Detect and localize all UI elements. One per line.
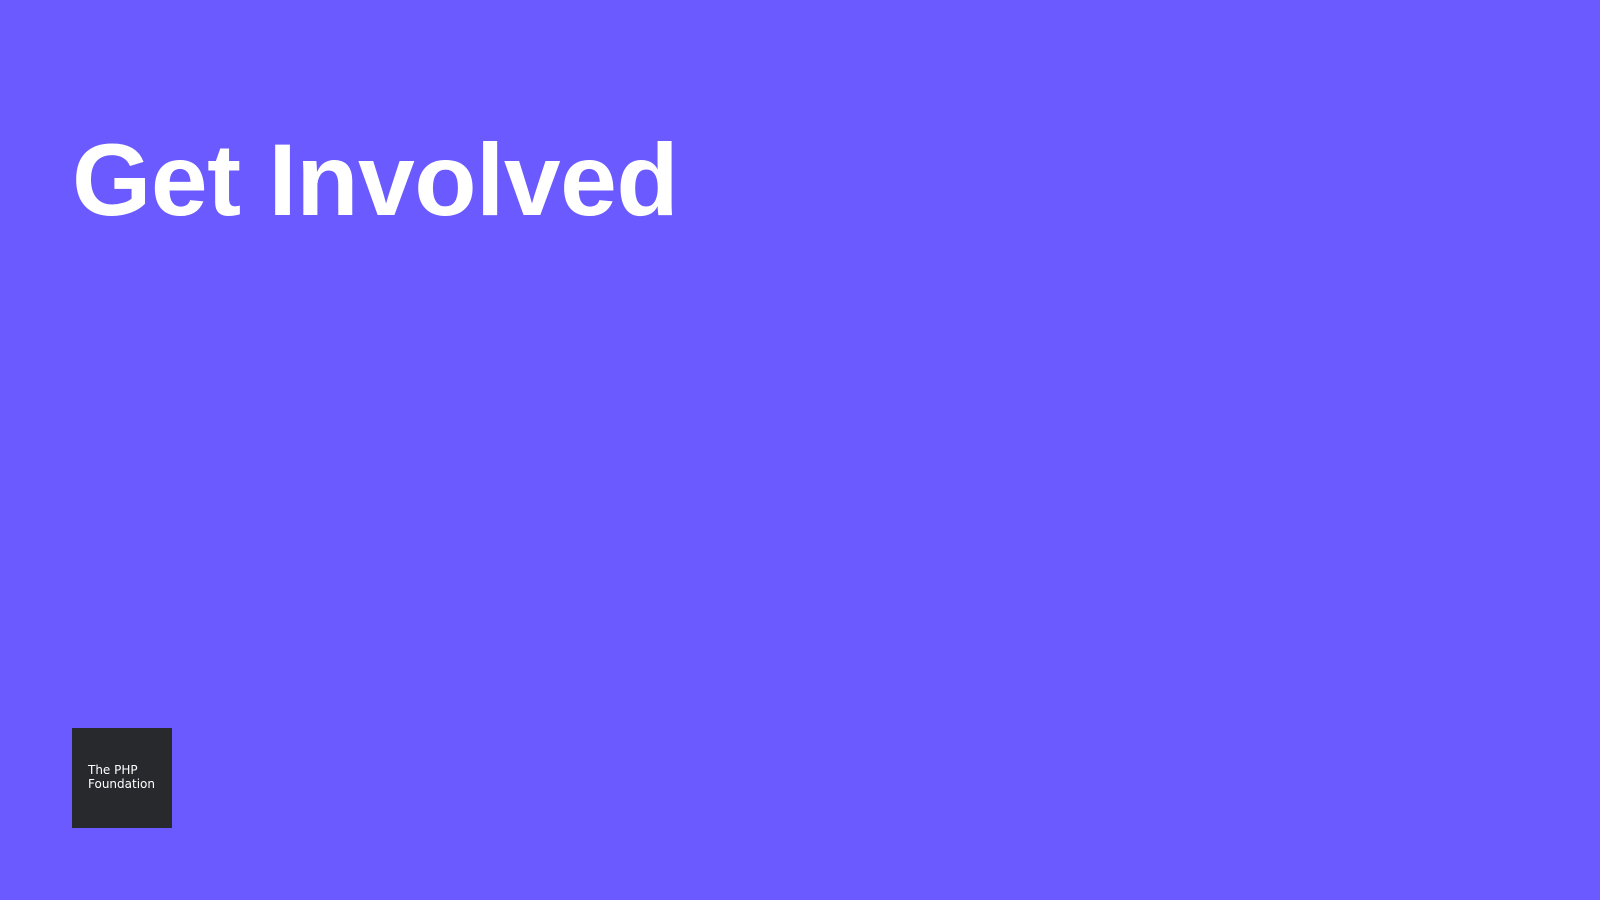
logo-text: The PHP Foundation xyxy=(88,763,155,791)
php-foundation-logo: The PHP Foundation xyxy=(72,728,172,828)
logo-text-line1: The PHP xyxy=(88,763,138,777)
slide-title: Get Involved xyxy=(72,123,679,237)
logo-text-line2: Foundation xyxy=(88,777,155,791)
